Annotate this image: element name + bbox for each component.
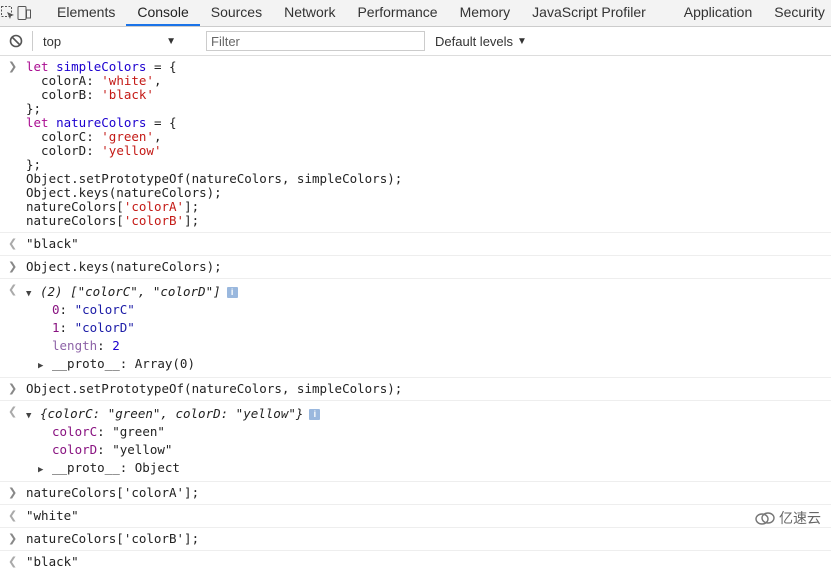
context-label: top — [43, 34, 61, 49]
property-value: "colorD" — [75, 320, 135, 335]
property-row: 0: "colorC" — [26, 301, 831, 319]
property-value: "yellow" — [112, 442, 172, 457]
console-input-entry: ❯ Object.setPrototypeOf(natureColors, si… — [0, 378, 831, 401]
console-input-code: natureColors['colorA']; — [26, 485, 199, 500]
watermark-text: 亿速云 — [779, 508, 821, 528]
tab-javascript-profiler[interactable]: JavaScript Profiler — [521, 0, 657, 26]
result-prompt-icon: ❮ — [8, 405, 17, 419]
dropdown-arrow-icon: ▼ — [166, 36, 176, 47]
proto-text: __proto__: Array(0) — [52, 356, 195, 371]
property-key: colorC — [52, 424, 97, 439]
property-row: length: 2 — [26, 337, 831, 355]
proto-text: __proto__: Object — [52, 460, 180, 475]
property-value: 2 — [112, 338, 120, 353]
console-output: ❯ let simpleColors = { colorA: 'white', … — [0, 56, 831, 573]
property-row: colorD: "yellow" — [26, 441, 831, 459]
tab-network[interactable]: Network — [273, 0, 346, 26]
log-levels-dropdown[interactable]: Default levels ▼ — [435, 34, 527, 49]
input-prompt-icon: ❯ — [8, 532, 17, 546]
property-value: "green" — [112, 424, 165, 439]
expand-triangle-icon[interactable]: ▼ — [26, 407, 40, 425]
input-prompt-icon: ❯ — [8, 382, 17, 396]
result-value: "black" — [26, 554, 79, 569]
console-input-code: Object.setPrototypeOf(natureColors, simp… — [26, 381, 402, 396]
filter-input[interactable] — [206, 31, 425, 51]
object-summary[interactable]: ▼{colorC: "green", colorD: "yellow"} i — [26, 405, 831, 423]
console-result-entry: ❮ "black" — [0, 551, 831, 573]
clear-console-icon[interactable] — [0, 34, 32, 48]
proto-row[interactable]: ▶__proto__: Array(0) — [26, 355, 831, 373]
array-summary-text: (2) ["colorC", "colorD"] — [40, 284, 221, 299]
console-input-code: Object.keys(natureColors); — [26, 259, 222, 274]
console-input-entry: ❯ natureColors['colorA']; — [0, 482, 831, 505]
property-key: 1 — [52, 320, 60, 335]
console-toolbar: top ▼ Default levels ▼ — [0, 27, 831, 56]
tab-memory[interactable]: Memory — [449, 0, 522, 26]
context-selector[interactable]: top ▼ — [32, 31, 184, 51]
tab-sources[interactable]: Sources — [200, 0, 273, 26]
collapse-triangle-icon[interactable]: ▶ — [38, 357, 52, 375]
property-key: colorD — [52, 442, 97, 457]
tab-performance[interactable]: Performance — [346, 0, 448, 26]
log-levels-label: Default levels — [435, 34, 513, 49]
inspect-element-icon[interactable] — [0, 0, 16, 26]
console-result-entry: ❮ ▼(2) ["colorC", "colorD"] i 0: "colorC"… — [0, 279, 831, 378]
tab-console[interactable]: Console — [126, 0, 199, 26]
dropdown-arrow-icon: ▼ — [517, 36, 527, 47]
console-input-entry: ❯ let simpleColors = { colorA: 'white', … — [0, 56, 831, 233]
expand-triangle-icon[interactable]: ▼ — [26, 285, 40, 303]
result-prompt-icon: ❮ — [8, 283, 17, 297]
devtools-tabbar: Elements Console Sources Network Perform… — [0, 0, 831, 27]
console-input-code: natureColors['colorB']; — [26, 531, 199, 546]
tab-elements[interactable]: Elements — [46, 0, 126, 26]
result-prompt-icon: ❮ — [8, 509, 17, 523]
device-toolbar-icon[interactable] — [16, 0, 32, 26]
watermark-logo: 亿速云 — [755, 508, 821, 528]
tab-security[interactable]: Security — [763, 0, 831, 26]
result-prompt-icon: ❮ — [8, 555, 17, 569]
property-key: 0 — [52, 302, 60, 317]
input-prompt-icon: ❯ — [8, 60, 17, 74]
collapse-triangle-icon[interactable]: ▶ — [38, 461, 52, 479]
console-input-entry: ❯ Object.keys(natureColors); — [0, 256, 831, 279]
tab-application[interactable]: Application — [673, 0, 764, 26]
console-result-entry: ❮ ▼{colorC: "green", colorD: "yellow"}i … — [0, 401, 831, 482]
property-row: 1: "colorD" — [26, 319, 831, 337]
property-value: "colorC" — [75, 302, 135, 317]
info-icon[interactable]: i — [227, 287, 238, 298]
console-input-code: let simpleColors = { colorA: 'white', co… — [26, 60, 831, 228]
console-result-entry: ❮ "white" — [0, 505, 831, 528]
property-key: length — [52, 338, 97, 353]
result-prompt-icon: ❮ — [8, 237, 17, 251]
property-row: colorC: "green" — [26, 423, 831, 441]
cloud-icon — [755, 511, 775, 525]
info-icon[interactable]: i — [309, 409, 320, 420]
console-result-entry: ❮ "black" — [0, 233, 831, 256]
result-value: "white" — [26, 508, 79, 523]
object-summary-text: {colorC: "green", colorD: "yellow"} — [40, 406, 303, 421]
input-prompt-icon: ❯ — [8, 260, 17, 274]
input-prompt-icon: ❯ — [8, 486, 17, 500]
array-summary[interactable]: ▼(2) ["colorC", "colorD"] i — [26, 283, 831, 301]
proto-row[interactable]: ▶__proto__: Object — [26, 459, 831, 477]
result-value: "black" — [26, 236, 79, 251]
